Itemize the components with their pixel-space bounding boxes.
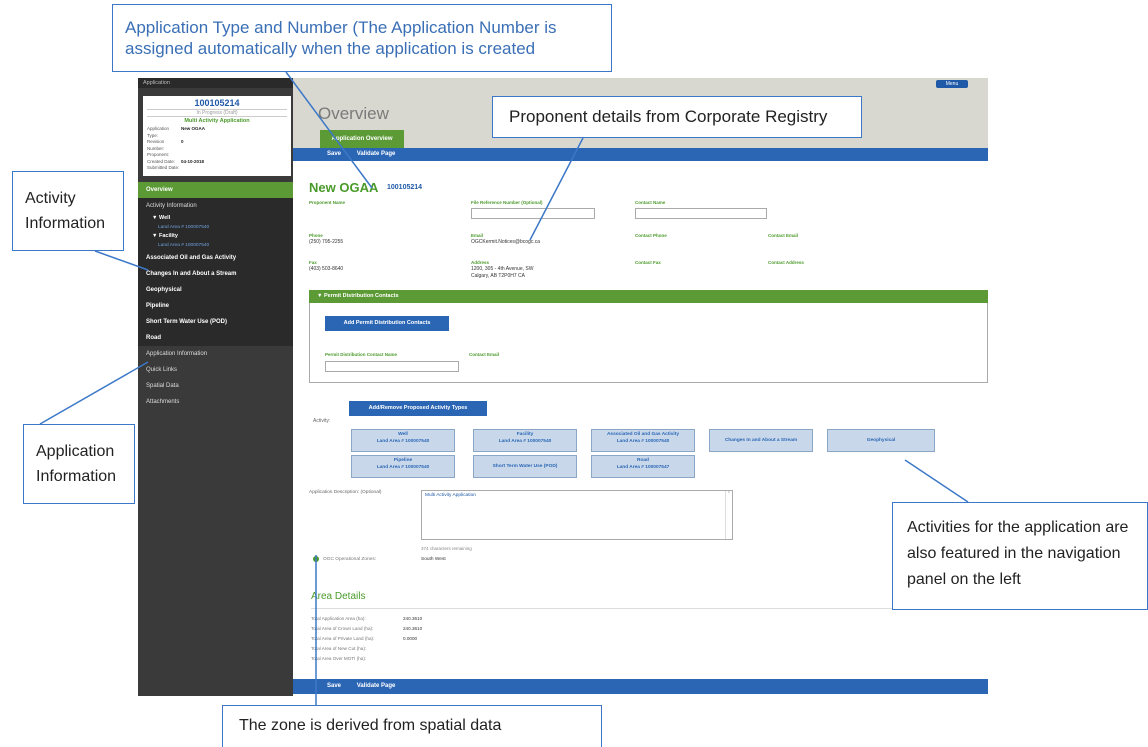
contact-phone-label: Contact Phone — [635, 233, 667, 238]
divider — [311, 608, 988, 609]
area-row: Total Area Over MOTI (ha): — [311, 656, 367, 661]
sidebar-activity-well[interactable]: ▼ Well Land Area # 100007540 — [138, 214, 293, 232]
activity-button-pipeline[interactable]: Pipeline Land Area # 100007540 — [351, 455, 455, 478]
fax-label: Fax — [309, 260, 317, 265]
email-label: Email — [471, 233, 484, 238]
permit-contact-name-input[interactable] — [325, 361, 459, 372]
description-label: Application Description: (Optional) — [309, 490, 382, 495]
sidebar-item-overview[interactable]: Overview — [138, 182, 293, 198]
phone-label: Phone — [309, 233, 323, 238]
application-summary-card: 100105214 In Progress (Draft) Multi Acti… — [143, 96, 291, 176]
page-title: Overview — [318, 104, 389, 123]
contact-fax-label: Contact Fax — [635, 260, 661, 265]
callout-activity-information: Activity Information — [12, 171, 124, 251]
contact-email-label: Contact Email — [768, 233, 799, 238]
sidebar-header: Application — [138, 78, 293, 88]
expand-triangle-icon: ▼ — [152, 233, 159, 239]
save-button[interactable]: Save — [327, 151, 341, 157]
callout-activities-navigation: Activities for the application are also … — [892, 502, 1148, 610]
application-screenshot: Application 100105214 In Progress (Draft… — [138, 78, 988, 696]
zone-status-icon — [313, 556, 319, 562]
sidebar-item-changes-stream[interactable]: Changes In and About a Stream — [138, 266, 293, 282]
file-reference-input[interactable] — [471, 208, 595, 219]
validate-page-button[interactable]: Validate Page — [357, 683, 396, 689]
permit-contact-name-label: Permit Distribution Contact Name — [325, 352, 398, 357]
navigation-sidebar: Application 100105214 In Progress (Draft… — [138, 78, 293, 696]
phone-value: (250) 795-2255 — [309, 239, 344, 245]
summary-row: Application Type: New OGAA — [147, 126, 206, 138]
activity-label: Activity: — [313, 418, 331, 424]
callout-application-information: Application Information — [23, 424, 135, 504]
contact-address-label: Contact Address — [768, 260, 804, 265]
activity-button-well[interactable]: Well Land Area # 100007540 — [351, 429, 455, 452]
application-status: In Progress (Draft) — [147, 109, 287, 117]
description-value: Multi Activity Application — [425, 493, 476, 498]
email-value: OGCKermit.Notices@bcogc.ca — [471, 239, 540, 245]
application-kind: Multi Activity Application — [184, 118, 250, 124]
top-toolbar: Save Validate Page — [293, 148, 988, 161]
callout-proponent-details: Proponent details from Corporate Registr… — [492, 96, 862, 138]
collapse-triangle-icon: ▼ — [317, 293, 324, 299]
summary-row: Submitted Date: — [147, 165, 180, 170]
textarea-scrollbar[interactable]: ⌃ — [725, 491, 732, 539]
permit-distribution-header[interactable]: ▼ Permit Distribution Contacts — [309, 290, 988, 303]
activity-button-road[interactable]: Road Land Area # 100007547 — [591, 455, 695, 478]
summary-row: Revision Number: 0 — [147, 139, 184, 151]
sidebar-item-activity-information[interactable]: Activity Information — [138, 198, 293, 214]
sidebar-item-pipeline[interactable]: Pipeline — [138, 298, 293, 314]
sidebar-item-geophysical[interactable]: Geophysical — [138, 282, 293, 298]
activity-button-changes-stream[interactable]: Changes In and About a Stream — [709, 429, 813, 452]
add-remove-activity-types-button[interactable]: Add/Remove Proposed Activity Types — [349, 401, 487, 416]
callout-application-type-number: Application Type and Number (The Applica… — [112, 4, 612, 72]
activity-button-associated-oil-gas[interactable]: Associated Oil and Gas Activity Land Area… — [591, 429, 695, 452]
contact-name-input[interactable] — [635, 208, 767, 219]
application-type-title: New OGAA — [309, 180, 379, 195]
main-content: Overview Application Overview Menu Save … — [293, 78, 988, 696]
fax-value: (403) 503-8640 — [309, 266, 344, 272]
scroll-up-icon: ⌃ — [726, 491, 732, 497]
application-number: 100105214 — [194, 98, 240, 108]
area-details-title: Area Details — [311, 591, 366, 602]
activity-button-short-term-water[interactable]: Short Term Water Use (POD) — [473, 455, 577, 478]
activity-button-facility[interactable]: Facility Land Area # 100007540 — [473, 429, 577, 452]
zone-value: South West — [421, 557, 446, 562]
menu-button[interactable]: Menu — [936, 80, 968, 88]
add-permit-contacts-button[interactable]: Add Permit Distribution Contacts — [325, 316, 449, 331]
sidebar-nav: Overview Activity Information ▼ Well Lan… — [138, 182, 293, 410]
sidebar-item-application-information[interactable]: Application Information — [138, 346, 293, 362]
sidebar-item-short-term-water[interactable]: Short Term Water Use (POD) — [138, 314, 293, 330]
area-row: Total Area of Crown Land (ha): 240.3610 — [311, 626, 423, 631]
area-row: Total Application Area (ha): 240.3610 — [311, 616, 423, 621]
callout-zone-derived: The zone is derived from spatial data — [222, 705, 602, 747]
address-line-2: Calgary, AB T2P0H7 CA — [471, 273, 526, 279]
save-button[interactable]: Save — [327, 683, 341, 689]
sidebar-activity-facility[interactable]: ▼ Facility Land Area # 100007540 — [138, 232, 293, 250]
area-row: Total Area of New Cut (ha): — [311, 646, 367, 651]
zone-label: OGC Operational Zones: — [323, 557, 377, 562]
address-line-1: 1200, 305 - 4th Avenue, SW — [471, 266, 534, 272]
expand-triangle-icon: ▼ — [152, 215, 159, 221]
permit-contact-email-label: Contact Email — [469, 352, 500, 357]
activity-button-geophysical[interactable]: Geophysical — [827, 429, 935, 452]
file-reference-label: File Reference Number (Optional) — [471, 200, 543, 205]
sidebar-item-spatial-data[interactable]: Spatial Data — [138, 378, 293, 394]
sidebar-item-quick-links[interactable]: Quick Links — [138, 362, 293, 378]
sidebar-item-attachments[interactable]: Attachments — [138, 394, 293, 410]
validate-page-button[interactable]: Validate Page — [357, 151, 396, 157]
characters-remaining: 374 characters remaining — [421, 546, 472, 551]
contact-name-label: Contact Name — [635, 200, 666, 205]
proponent-name-label: Proponent Name — [309, 200, 346, 205]
area-row: Total Area of Private Land (ha): 0.0000 — [311, 636, 418, 641]
bottom-toolbar: Save Validate Page — [293, 679, 988, 694]
description-textarea[interactable]: Multi Activity Application ⌃ — [421, 490, 733, 540]
tab-application-overview[interactable]: Application Overview — [320, 130, 404, 148]
application-number-heading: 100105214 — [387, 184, 423, 191]
address-label: Address — [471, 260, 490, 265]
sidebar-item-associated-oil-gas[interactable]: Associated Oil and Gas Activity — [138, 250, 293, 266]
sidebar-item-road[interactable]: Road — [138, 330, 293, 346]
